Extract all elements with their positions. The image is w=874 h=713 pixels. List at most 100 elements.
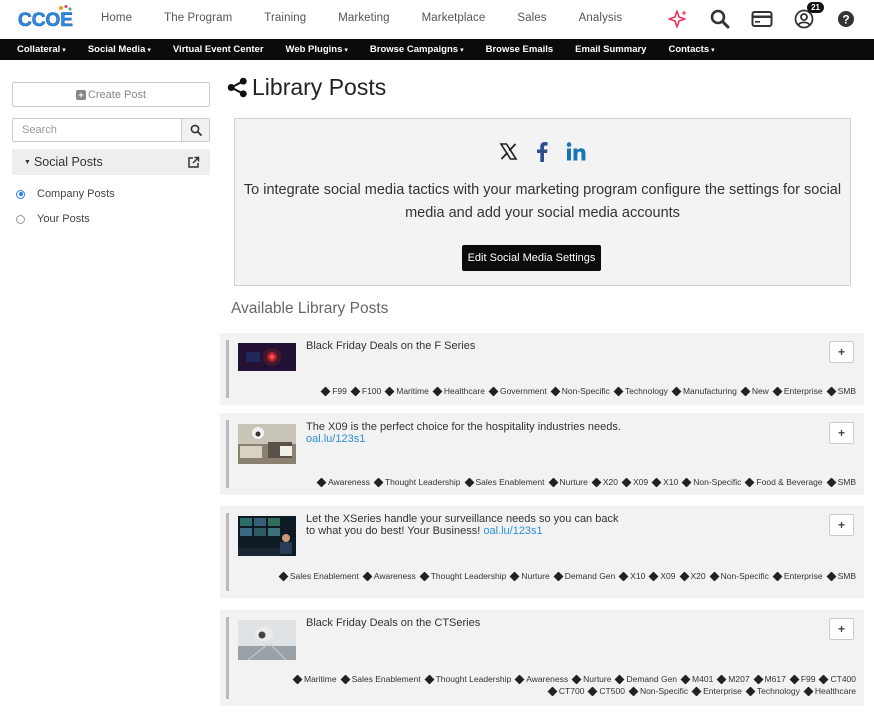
post-tag[interactable]: Enterprise (772, 385, 823, 397)
post-tag[interactable]: Thought Leadership (424, 673, 512, 685)
post-tag[interactable]: X09 (648, 570, 676, 582)
social-posts-section[interactable]: ▼ Social Posts (12, 149, 210, 175)
post-tag[interactable]: Sales Enablement (464, 476, 545, 488)
post-tag[interactable]: SMB (826, 385, 856, 397)
post-tag[interactable]: M617 (753, 673, 786, 685)
add-post-button[interactable]: + (829, 341, 854, 363)
nav-training[interactable]: Training (264, 12, 306, 24)
help-icon[interactable]: ? (834, 7, 858, 31)
post-tag[interactable]: Nurture (571, 673, 612, 685)
post-tag[interactable]: Thought Leadership (373, 476, 461, 488)
post-tag[interactable]: SMB (826, 476, 856, 488)
post-tag[interactable]: Healthcare (803, 685, 856, 697)
post-tag[interactable]: Maritime (292, 673, 337, 685)
search-button[interactable] (181, 119, 209, 141)
company-posts-option[interactable]: Company Posts (12, 188, 210, 200)
nav-marketplace[interactable]: Marketplace (422, 12, 486, 24)
post-tag[interactable]: X20 (591, 476, 618, 488)
post-tag[interactable]: Demand Gen (553, 570, 615, 582)
post-tag[interactable]: SMB (826, 570, 856, 582)
subnav-item-browse-emails[interactable]: Browse Emails (486, 44, 554, 55)
post-tag[interactable]: Manufacturing (671, 385, 737, 397)
your-posts-option[interactable]: Your Posts (12, 213, 210, 225)
radio-selected[interactable] (16, 189, 25, 199)
post-thumbnail-ct-camera[interactable] (238, 620, 296, 660)
tag-label: Nurture (583, 674, 612, 684)
post-tag[interactable]: Non-Specific (550, 385, 610, 397)
search-icon[interactable] (708, 7, 732, 31)
post-link[interactable]: oal.lu/123s1 (483, 525, 542, 537)
post-tag[interactable]: X20 (679, 570, 706, 582)
post-tag[interactable]: F99 (789, 673, 815, 685)
post-tag[interactable]: Enterprise (772, 570, 823, 582)
tag-label: Maritime (396, 386, 429, 396)
post-tag[interactable]: Awareness (362, 570, 416, 582)
subnav-item-virtual-event-center[interactable]: Virtual Event Center (173, 44, 264, 55)
post-tag[interactable]: Healthcare (432, 385, 485, 397)
subnav-item-browse-campaigns[interactable]: Browse Campaigns ▾ (370, 44, 464, 55)
post-tag[interactable]: Non-Specific (709, 570, 769, 582)
tag-icon (772, 386, 783, 397)
post-tag[interactable]: M207 (716, 673, 750, 685)
post-thumbnail-hotel-camera[interactable] (238, 424, 296, 464)
post-tag[interactable]: Demand Gen (615, 673, 677, 685)
post-tag[interactable]: New (740, 385, 769, 397)
post-tag[interactable]: Enterprise (691, 685, 742, 697)
post-link[interactable]: oal.lu/123s1 (306, 433, 365, 445)
subnav-item-email-summary[interactable]: Email Summary (575, 44, 646, 55)
tag-label: Thought Leadership (435, 674, 512, 684)
post-tag[interactable]: Nurture (509, 570, 550, 582)
tag-icon (424, 674, 435, 685)
ai-sparkle-icon[interactable] (666, 7, 690, 31)
post-tag[interactable]: F100 (350, 385, 381, 397)
nav-home[interactable]: Home (101, 12, 132, 24)
secondary-nav: Collateral ▾ Social Media ▾ Virtual Event Ce… (0, 39, 874, 60)
add-post-button[interactable]: + (829, 618, 854, 640)
tag-label: Awareness (327, 477, 370, 487)
subnav-item-collateral[interactable]: Collateral ▾ (17, 44, 66, 55)
post-tag[interactable]: CT700 (547, 685, 584, 697)
post-tag[interactable]: Sales Enablement (340, 673, 421, 685)
nav-the-program[interactable]: The Program (164, 12, 232, 24)
post-tag[interactable]: Sales Enablement (278, 570, 359, 582)
radio-unselected[interactable] (16, 214, 25, 224)
post-tag[interactable]: X10 (651, 476, 678, 488)
post-tag[interactable]: Nurture (548, 476, 588, 488)
post-tag[interactable]: Technology (613, 385, 668, 397)
post-tag[interactable]: Government (488, 385, 547, 397)
search-input[interactable] (13, 119, 181, 141)
credit-card-icon[interactable] (750, 7, 774, 31)
subnav-item-web-plugins[interactable]: Web Plugins ▾ (286, 44, 348, 55)
tag-label: Thought Leadership (430, 571, 507, 581)
post-thumbnail-surveillance[interactable] (238, 516, 296, 556)
post-tag[interactable]: F99 (320, 385, 347, 397)
subnav-item-social-media[interactable]: Social Media ▾ (88, 44, 151, 55)
post-tag[interactable]: X10 (618, 570, 645, 582)
external-link-icon[interactable] (187, 156, 200, 169)
subnav-item-contacts[interactable]: Contacts ▾ (668, 44, 714, 55)
add-post-button[interactable]: + (829, 422, 854, 444)
nav-sales[interactable]: Sales (517, 12, 546, 24)
ccoe-logo[interactable]: CCOE (17, 4, 75, 34)
post-tag[interactable]: Technology (745, 685, 800, 697)
post-tag[interactable]: Food & Beverage (744, 476, 823, 488)
post-tag[interactable]: Awareness (316, 476, 370, 488)
post-tag[interactable]: M401 (680, 673, 713, 685)
post-tag[interactable]: Maritime (384, 385, 429, 397)
post-thumbnail-camera[interactable] (238, 343, 296, 371)
post-tag[interactable]: Thought Leadership (419, 570, 507, 582)
nav-marketing[interactable]: Marketing (338, 12, 389, 24)
post-tag[interactable]: Awareness (514, 673, 568, 685)
post-tag[interactable]: Non-Specific (628, 685, 688, 697)
post-tag[interactable]: Non-Specific (681, 476, 741, 488)
post-tag[interactable]: CT400 (819, 673, 856, 685)
create-post-button[interactable]: + Create Post (12, 82, 210, 107)
edit-social-media-settings-button[interactable]: Edit Social Media Settings (462, 245, 601, 271)
add-post-button[interactable]: + (829, 514, 854, 536)
header-icons: 21 ? (648, 2, 858, 31)
post-text: Black Friday Deals on the F Series (306, 340, 476, 352)
post-tag[interactable]: X09 (621, 476, 648, 488)
nav-analysis[interactable]: Analysis (579, 12, 623, 24)
user-account-icon[interactable]: 21 (792, 2, 824, 31)
post-tag[interactable]: CT500 (587, 685, 625, 697)
